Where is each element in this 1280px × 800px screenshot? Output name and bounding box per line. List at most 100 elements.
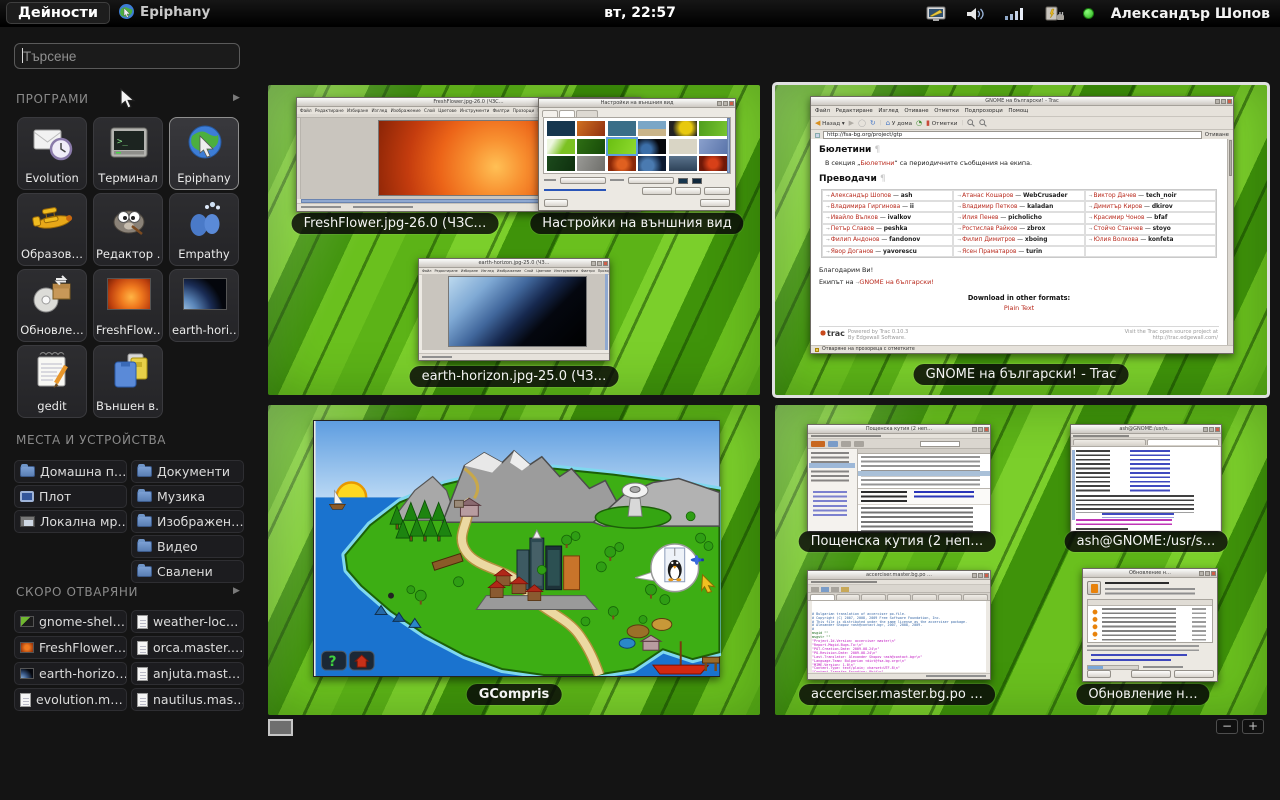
wallpaper-thumbnail[interactable] (699, 156, 727, 171)
window-appearance-settings[interactable]: Настройки на външния вид (538, 98, 736, 211)
home-button[interactable]: ⌂ У дома (886, 120, 912, 127)
help-button[interactable]: ? (322, 651, 347, 670)
get-more-backgrounds-link[interactable] (544, 189, 606, 193)
app-software-update[interactable]: Обновле… (17, 269, 87, 342)
workspace-3[interactable]: ? GCompris (268, 405, 760, 715)
history-icon[interactable]: ◔ (916, 120, 922, 127)
place-documents[interactable]: Документи (131, 460, 244, 483)
install-button[interactable] (1174, 670, 1214, 678)
translator-link[interactable]: Александър Шопов (826, 193, 891, 199)
wallpaper-thumbnail[interactable] (547, 156, 575, 171)
window-epiphany-trac[interactable]: GNOME на български! - Trac Файл Редактир… (810, 96, 1234, 354)
app-evolution[interactable]: Evolution (17, 117, 87, 190)
window-update-manager[interactable]: Обновление н… (1082, 568, 1218, 682)
zoom-in-icon[interactable] (967, 119, 975, 127)
window-gedit-po[interactable]: accerciser.master.bg.po … # Bulgarian tr… (807, 570, 991, 680)
translator-link[interactable]: Филип Андонов (826, 237, 879, 243)
recent-evolution-master[interactable]: evolution.m… (14, 688, 127, 711)
translator-link[interactable]: Владимир Петков (957, 204, 1017, 210)
style-dropdown[interactable] (560, 177, 606, 184)
window-evolution-mail[interactable]: Пощенска кутия (2 неп… (807, 424, 991, 533)
activities-button[interactable]: Дейности (6, 2, 110, 24)
app-empathy[interactable]: Empathy (169, 193, 239, 266)
translator-link[interactable]: Красимир Чонов (1089, 215, 1145, 221)
translator-link[interactable]: Атанас Кошаров (957, 193, 1013, 199)
team-link[interactable]: GNOME на български! (856, 278, 934, 286)
recent-gnome-shell[interactable]: gnome-shel… (14, 610, 127, 633)
app-gcompris[interactable]: Образов… (17, 193, 87, 266)
folder-pane[interactable] (808, 449, 858, 532)
wallpaper-thumbnail[interactable] (638, 121, 666, 136)
translator-link[interactable]: Димитър Киров (1089, 204, 1143, 210)
gedit-tabs[interactable] (808, 593, 990, 601)
wallpaper-thumbnail-selected[interactable] (608, 139, 636, 154)
search-input[interactable] (14, 43, 240, 69)
color-swatch[interactable] (692, 178, 702, 184)
translator-link[interactable]: Илия Пенев (957, 215, 998, 221)
translator-link[interactable]: Филип Димитров (957, 237, 1015, 243)
colors-dropdown[interactable] (628, 177, 674, 184)
wallpaper-thumbnail[interactable] (577, 121, 605, 136)
translator-link[interactable]: Ростислав Райков (957, 226, 1017, 232)
workspace-thumbnail[interactable] (268, 719, 293, 736)
wallpaper-thumbnail[interactable] (608, 121, 636, 136)
remove-button[interactable] (675, 187, 701, 195)
window-gcompris[interactable]: ? (313, 420, 720, 677)
plain-text-link[interactable]: Plain Text (819, 304, 1219, 312)
color-swatch[interactable] (678, 178, 688, 184)
window-gimp-earth[interactable]: earth-horizon.jpg-25.0 (ЧЗ… Файл Редакти… (418, 258, 610, 361)
wallpaper-thumbnail[interactable] (669, 156, 697, 171)
clock[interactable]: вт, 22:57 (604, 5, 676, 21)
wallpaper-thumbnail[interactable] (669, 121, 697, 136)
place-downloads[interactable]: Свалени (131, 560, 244, 583)
go-button[interactable]: Отиване (1205, 132, 1229, 138)
wallpaper-thumbnail[interactable] (669, 139, 697, 154)
app-gedit[interactable]: gedit (17, 345, 87, 418)
translator-link[interactable]: Явор Доганов (826, 249, 873, 255)
app-menu-button[interactable]: Epiphany (118, 3, 210, 20)
place-videos[interactable]: Видео (131, 535, 244, 558)
place-local-network[interactable]: Локална мр… (14, 510, 127, 533)
add-button[interactable] (704, 187, 730, 195)
bookmarks-button[interactable]: ▮ Отметки (926, 120, 957, 127)
recent-weather-loc[interactable]: weather-loc… (131, 610, 244, 633)
app-epiphany[interactable]: Epiphany (169, 117, 239, 190)
recent-expand-icon[interactable]: ▶ (233, 586, 240, 596)
wallpaper-thumbnail[interactable] (577, 139, 605, 154)
translator-link[interactable]: Ясен Праматаров (957, 249, 1016, 255)
translator-link[interactable]: Ивайло Вълков (826, 215, 878, 221)
restore-button[interactable] (642, 187, 672, 195)
wallpaper-thumbnail[interactable] (699, 139, 727, 154)
gedit-editor[interactable]: # Bulgarian translation of accerciser po… (812, 601, 986, 672)
wallpaper-thumbnail[interactable] (638, 156, 666, 171)
home-button[interactable] (349, 651, 374, 670)
check-button[interactable] (1131, 670, 1171, 678)
volume-icon[interactable] (965, 6, 987, 22)
wallpaper-thumbnail[interactable] (577, 156, 605, 171)
workspace-4[interactable]: Пощенска кутия (2 неп… (775, 405, 1267, 715)
place-pictures[interactable]: Изображен… (131, 510, 244, 533)
battery-icon[interactable] (1041, 6, 1066, 22)
place-music[interactable]: Музика (131, 485, 244, 508)
add-workspace-button[interactable]: + (1242, 719, 1264, 734)
terminal-tabs[interactable] (1071, 438, 1221, 447)
place-desktop[interactable]: Плот (14, 485, 127, 508)
message-list[interactable] (858, 454, 990, 488)
app-gimp[interactable]: Редактор … (93, 193, 163, 266)
scrollbar-vertical[interactable] (605, 274, 608, 350)
browser-menubar[interactable]: Файл Редактиране Изглед Отиване Отметки … (811, 106, 1233, 117)
place-home[interactable]: Домашна п… (14, 460, 127, 483)
back-button[interactable]: ◀ Назад ▾ (815, 120, 845, 127)
updates-list[interactable] (1087, 599, 1213, 643)
recent-freshflower[interactable]: FreshFlower… (14, 636, 127, 659)
reload-button[interactable]: ↻ (870, 120, 876, 127)
recent-anjuta-master[interactable]: anjuta.mast… (131, 662, 244, 685)
translator-link[interactable]: Виктор Дачев (1089, 193, 1137, 199)
stop-button[interactable]: ◯ (858, 120, 866, 127)
username[interactable]: Александър Шопов (1111, 6, 1270, 22)
zoom-out-icon[interactable] (979, 119, 987, 127)
bulletins-link[interactable]: Бюлетини (860, 159, 894, 167)
appearance-tabs[interactable] (542, 110, 598, 117)
network-signal-icon[interactable] (1004, 6, 1024, 22)
help-button[interactable] (544, 199, 568, 207)
